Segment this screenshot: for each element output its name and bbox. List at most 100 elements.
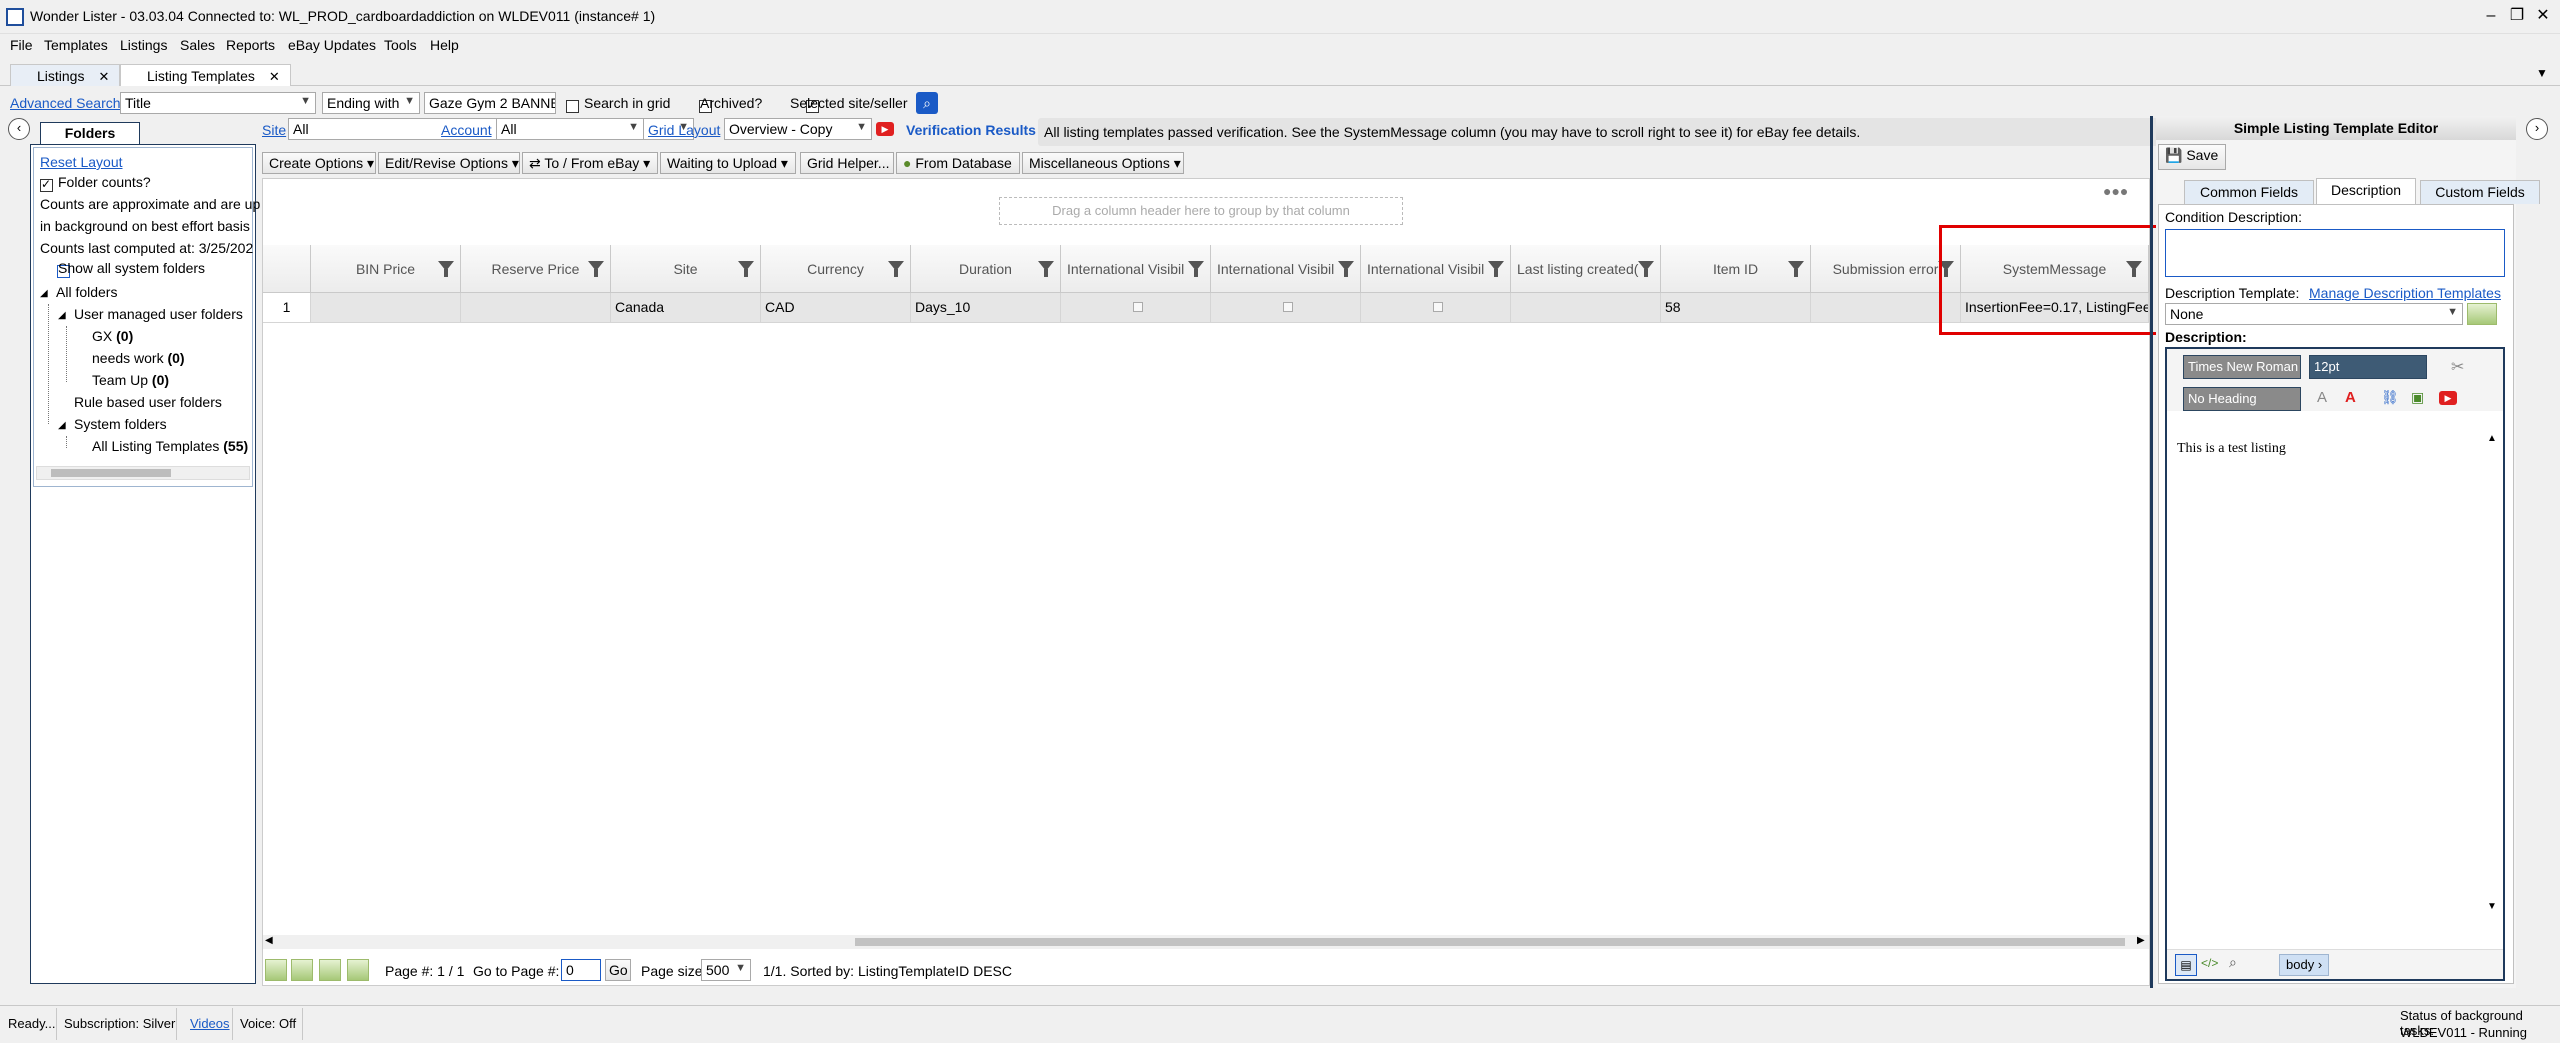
cell-intl-visibility-2[interactable] (1211, 293, 1361, 323)
menu-file[interactable]: File (10, 37, 33, 53)
filter-icon[interactable] (1638, 261, 1654, 277)
folders-scrollbar[interactable] (36, 466, 250, 480)
search-field-select[interactable]: Title ▼ (120, 92, 316, 114)
tree-expand-icon[interactable]: ◢ (58, 420, 66, 431)
scroll-left-icon[interactable]: ◀ (265, 935, 273, 946)
group-by-area[interactable]: Drag a column header here to group by th… (999, 197, 1403, 225)
scroll-down-icon[interactable]: ▼ (2487, 901, 2497, 912)
videos-link[interactable]: Videos (190, 1016, 230, 1031)
close-window-icon[interactable]: ✕ (2532, 6, 2554, 26)
close-tab-icon[interactable]: ✕ (269, 69, 280, 84)
menu-help[interactable]: Help (430, 37, 459, 53)
save-button[interactable]: 💾 Save (2158, 144, 2226, 170)
collapse-left-icon[interactable]: ‹ (8, 118, 30, 140)
tree-all-listing-templates[interactable]: All Listing Templates (55) (92, 438, 248, 454)
checkbox[interactable] (1132, 302, 1143, 312)
scroll-right-icon[interactable]: ▶ (2137, 935, 2145, 946)
heading-select[interactable]: No Heading (2183, 387, 2301, 411)
column-header-intl-visibility-1[interactable]: International Visibil (1061, 245, 1211, 293)
search-input[interactable]: Gaze Gym 2 BANNER (424, 92, 556, 114)
page-size-select[interactable]: 500 ▼ (701, 959, 751, 981)
tab-custom-fields[interactable]: Custom Fields (2420, 180, 2540, 204)
filter-icon[interactable] (1488, 261, 1504, 277)
folder-counts-checkbox[interactable] (40, 177, 53, 192)
youtube-icon[interactable]: ▶ (2439, 391, 2457, 405)
search-icon[interactable]: ⌕ (916, 92, 938, 114)
tab-description[interactable]: Description (2316, 178, 2416, 204)
column-header-currency[interactable]: Currency (761, 245, 911, 293)
goto-page-input[interactable]: 0 (561, 959, 601, 981)
site-link[interactable]: Site (262, 122, 286, 138)
filter-icon[interactable] (1038, 261, 1054, 277)
tab-common-fields[interactable]: Common Fields (2184, 180, 2314, 204)
design-view-icon[interactable]: ▤ (2175, 954, 2197, 976)
tree-folder-gx[interactable]: GX (0) (92, 328, 133, 344)
restore-icon[interactable]: ❐ (2506, 6, 2528, 26)
tree-user-managed[interactable]: User managed user folders (74, 306, 243, 322)
font-size-select[interactable]: 12pt (2309, 355, 2427, 379)
tab-overflow-icon[interactable]: ▼ (2536, 66, 2548, 80)
close-tab-icon[interactable]: ✕ (98, 69, 109, 84)
cut-icon[interactable]: ✂ (2451, 357, 2464, 377)
cell-bin-price[interactable] (311, 293, 461, 323)
panel-splitter[interactable] (2150, 116, 2153, 988)
highlight-icon[interactable]: A (2317, 389, 2327, 406)
grid-horizontal-scrollbar[interactable]: ◀ ▶ (263, 935, 2149, 949)
manage-templates-link[interactable]: Manage Description Templates (2309, 285, 2501, 301)
menu-templates[interactable]: Templates (44, 37, 108, 53)
edit-revise-button[interactable]: Edit/Revise Options ▾ (378, 152, 520, 174)
tree-system-folders[interactable]: System folders (74, 416, 167, 432)
scroll-up-icon[interactable]: ▲ (2487, 433, 2497, 444)
collapse-right-icon[interactable]: › (2526, 118, 2548, 140)
cell-intl-visibility-3[interactable] (1361, 293, 1511, 323)
to-from-ebay-button[interactable]: ⇄ To / From eBay ▾ (522, 152, 658, 174)
tree-expand-icon[interactable]: ◢ (40, 288, 48, 299)
folders-tab[interactable]: Folders (40, 122, 140, 144)
youtube-icon[interactable]: ▶ (876, 122, 894, 136)
filter-icon[interactable] (1338, 261, 1354, 277)
account-link[interactable]: Account (441, 122, 492, 138)
tree-all-folders[interactable]: All folders (56, 284, 117, 300)
menu-sales[interactable]: Sales (180, 37, 215, 53)
first-page-icon[interactable] (265, 959, 287, 981)
prev-page-icon[interactable] (291, 959, 313, 981)
misc-options-button[interactable]: Miscellaneous Options ▾ (1022, 152, 1184, 174)
cell-intl-visibility-1[interactable] (1061, 293, 1211, 323)
menu-listings[interactable]: Listings (120, 37, 167, 53)
column-header-bin-price[interactable]: BIN Price (311, 245, 461, 293)
scrollbar-thumb[interactable] (855, 938, 2125, 946)
last-page-icon[interactable] (347, 959, 369, 981)
breadcrumb[interactable]: body › (2279, 954, 2330, 976)
cell-last-listing[interactable] (1511, 293, 1661, 323)
checkbox[interactable] (1432, 302, 1443, 312)
scrollbar-thumb[interactable] (51, 469, 171, 477)
apply-template-icon[interactable] (2467, 303, 2497, 325)
cell-reserve-price[interactable] (461, 293, 611, 323)
filter-icon[interactable] (588, 261, 604, 277)
create-options-button[interactable]: Create Options ▾ (262, 152, 376, 174)
account-select[interactable]: All ▼ (496, 118, 644, 140)
search-in-grid-checkbox[interactable] (566, 99, 579, 113)
cell-site[interactable]: Canada (611, 293, 761, 323)
column-header-site[interactable]: Site (611, 245, 761, 293)
font-color-icon[interactable]: A (2345, 389, 2356, 406)
description-template-select[interactable]: None ▼ (2165, 303, 2463, 325)
advanced-search-link[interactable]: Advanced Search (10, 95, 121, 111)
search-operator-select[interactable]: Ending with ▼ (322, 92, 420, 114)
column-header-last-listing[interactable]: Last listing created( (1511, 245, 1661, 293)
column-header-reserve-price[interactable]: Reserve Price (461, 245, 611, 293)
from-database-button[interactable]: ● From Database (896, 152, 1020, 174)
column-header-intl-visibility-3[interactable]: International Visibil (1361, 245, 1511, 293)
grid-helper-button[interactable]: Grid Helper... (800, 152, 894, 174)
link-icon[interactable]: ⛓ (2381, 389, 2399, 406)
font-family-select[interactable]: Times New Roman (2183, 355, 2301, 379)
grid-layout-select[interactable]: Overview - Copy ▼ (724, 118, 872, 140)
column-header-item-id[interactable]: Item ID (1661, 245, 1811, 293)
next-page-icon[interactable] (319, 959, 341, 981)
cell-item-id[interactable]: 58 (1661, 293, 1811, 323)
menu-reports[interactable]: Reports (226, 37, 275, 53)
reset-layout-link[interactable]: Reset Layout (40, 154, 123, 170)
condition-description-input[interactable] (2165, 229, 2505, 277)
column-header-intl-visibility-2[interactable]: International Visibil (1211, 245, 1361, 293)
tab-listing-templates[interactable]: Listing Templates ✕ (120, 64, 291, 86)
